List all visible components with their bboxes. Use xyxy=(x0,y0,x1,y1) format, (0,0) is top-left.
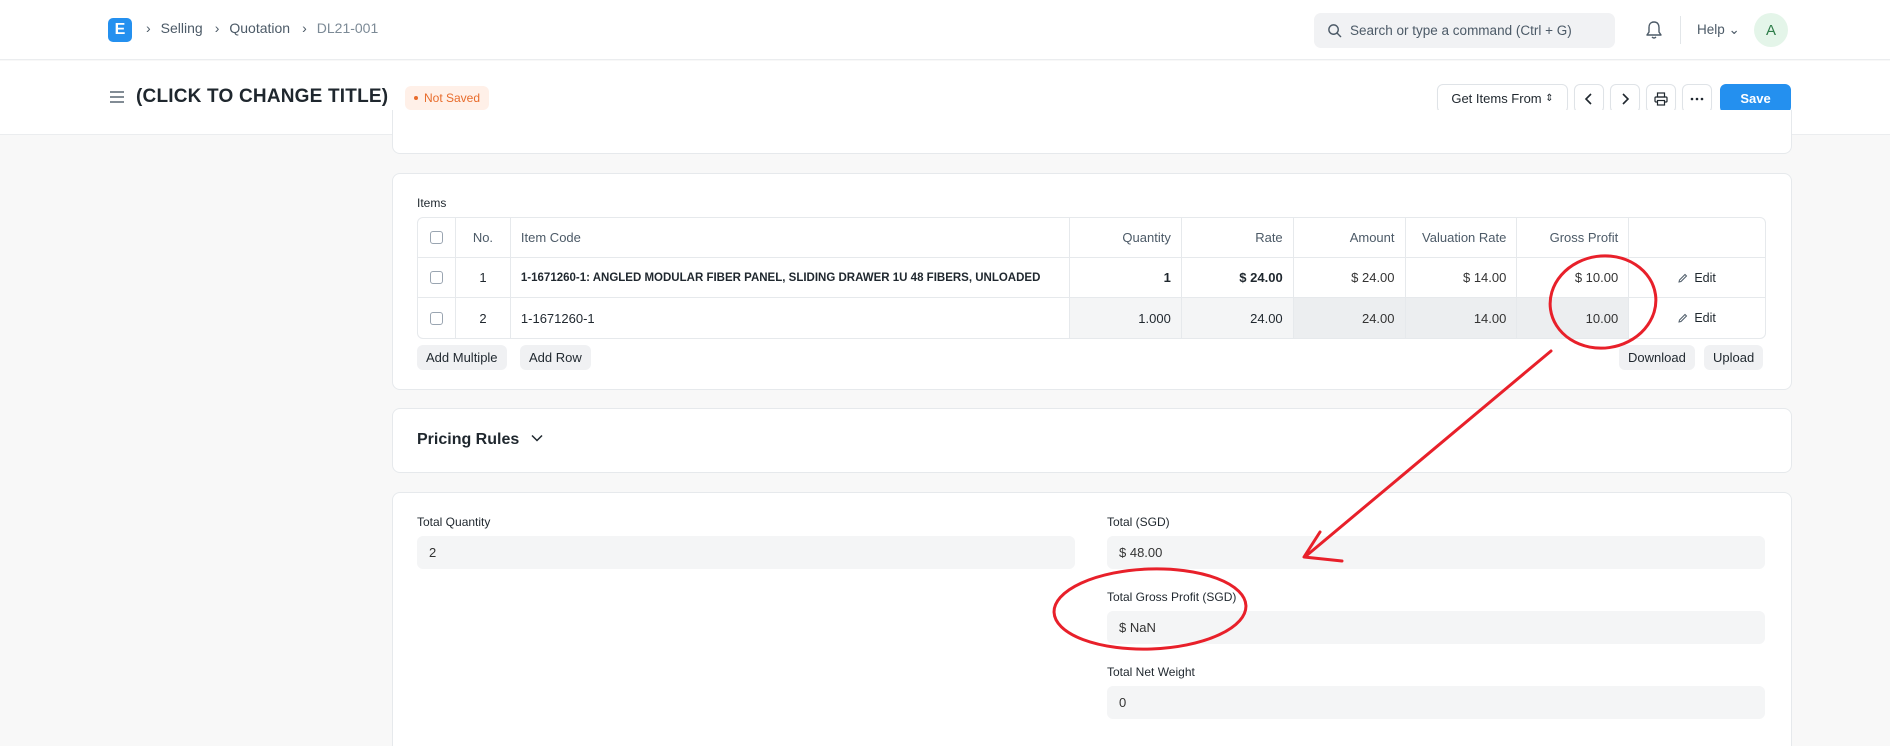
chevron-right-icon: › xyxy=(302,20,307,36)
bell-icon[interactable] xyxy=(1645,20,1663,40)
app-logo[interactable]: E xyxy=(108,18,132,42)
column-header: Amount xyxy=(1294,218,1406,257)
get-items-from-button[interactable]: Get Items From ⇕ xyxy=(1437,84,1568,113)
row-number: 1 xyxy=(456,258,511,297)
edit-cell: Edit xyxy=(1629,298,1765,338)
chevron-right-icon: › xyxy=(214,20,220,36)
chevron-down-icon: ⌄ xyxy=(1728,22,1740,37)
more-icon xyxy=(1690,97,1704,100)
print-button[interactable] xyxy=(1646,84,1676,113)
header-checkbox-cell xyxy=(418,218,456,257)
edit-cell: Edit xyxy=(1629,258,1765,297)
help-label: Help xyxy=(1697,22,1725,37)
printer-icon xyxy=(1654,91,1668,106)
upload-button[interactable]: Upload xyxy=(1704,345,1764,370)
edit-label: Edit xyxy=(1694,311,1716,325)
rate-cell[interactable]: $ 24.00 xyxy=(1182,258,1294,297)
pencil-icon xyxy=(1678,313,1688,323)
items-label: Items xyxy=(417,196,447,210)
page-title[interactable]: (CLICK TO CHANGE TITLE) xyxy=(136,86,388,108)
row-checkbox-cell xyxy=(418,298,456,338)
nav-divider xyxy=(1680,16,1681,44)
edit-row-button[interactable]: Edit xyxy=(1678,311,1716,325)
total-label: Total (SGD) xyxy=(1107,515,1170,529)
next-document-button[interactable] xyxy=(1610,84,1640,113)
search-icon xyxy=(1328,24,1342,38)
chevron-left-icon xyxy=(1584,92,1592,105)
breadcrumb: › Selling › Quotation › DL21-001 xyxy=(146,20,390,36)
table-row[interactable]: 2 1-1671260-1 1.000 24.00 24.00 14.00 10… xyxy=(418,298,1765,338)
search-placeholder: Search or type a command (Ctrl + G) xyxy=(1350,23,1572,38)
add-multiple-button[interactable]: Add Multiple xyxy=(417,345,507,370)
avatar[interactable]: A xyxy=(1754,13,1788,47)
amount-cell: $ 24.00 xyxy=(1294,258,1406,297)
pricing-rules-section[interactable]: Pricing Rules xyxy=(392,408,1792,473)
select-all-checkbox[interactable] xyxy=(429,231,443,244)
edit-label: Edit xyxy=(1694,270,1716,285)
total-gross-profit-field: $ NaN xyxy=(1107,611,1765,644)
total-net-weight-label: Total Net Weight xyxy=(1107,665,1195,679)
column-header: Item Code xyxy=(511,218,1070,257)
save-button[interactable]: Save xyxy=(1720,84,1791,113)
row-checkbox[interactable] xyxy=(429,271,443,284)
table-header: No. Item Code Quantity Rate Amount Valua… xyxy=(418,218,1765,258)
breadcrumb-quotation[interactable]: Quotation xyxy=(229,20,290,36)
column-header: Rate xyxy=(1182,218,1294,257)
help-dropdown[interactable]: Help ⌄ xyxy=(1697,22,1740,38)
valuation-rate-cell: $ 14.00 xyxy=(1406,258,1518,297)
chevron-right-icon: › xyxy=(146,20,151,36)
pricing-rules-title[interactable]: Pricing Rules xyxy=(417,431,519,449)
items-table: No. Item Code Quantity Rate Amount Valua… xyxy=(417,217,1766,339)
totals-section: Total Quantity 2 Total (SGD) $ 48.00 Tot… xyxy=(392,492,1792,746)
table-row[interactable]: 1 1-1671260-1: ANGLED MODULAR FIBER PANE… xyxy=(418,258,1765,298)
select-arrows-icon: ⇕ xyxy=(1545,93,1554,104)
item-code-cell[interactable]: 1-1671260-1 xyxy=(510,298,1070,338)
item-code-cell[interactable]: 1-1671260-1: ANGLED MODULAR FIBER PANEL,… xyxy=(511,258,1070,297)
get-items-label: Get Items From xyxy=(1451,91,1542,106)
rate-cell[interactable]: 24.00 xyxy=(1181,298,1294,338)
quantity-cell[interactable]: 1 xyxy=(1070,258,1182,297)
row-number: 2 xyxy=(456,298,511,338)
column-header: Gross Profit xyxy=(1517,218,1630,257)
gross-profit-cell: $ 10.00 xyxy=(1517,258,1630,297)
add-row-button[interactable]: Add Row xyxy=(520,345,591,370)
chevron-right-icon xyxy=(1622,92,1630,105)
quantity-cell[interactable]: 1.000 xyxy=(1069,298,1182,338)
download-button[interactable]: Download xyxy=(1619,345,1695,370)
more-actions-button[interactable] xyxy=(1682,84,1712,113)
chevron-down-icon[interactable] xyxy=(531,434,543,442)
valuation-rate-cell: 14.00 xyxy=(1405,298,1518,338)
total-net-weight-field: 0 xyxy=(1107,686,1765,719)
breadcrumb-selling[interactable]: Selling xyxy=(161,20,203,36)
total-quantity-label: Total Quantity xyxy=(417,515,491,529)
search-input[interactable]: Search or type a command (Ctrl + G) xyxy=(1314,13,1615,48)
total-quantity-field: 2 xyxy=(417,536,1075,569)
gross-profit-cell: 10.00 xyxy=(1517,298,1630,338)
sidebar-toggle-icon[interactable] xyxy=(109,90,125,104)
row-checkbox[interactable] xyxy=(429,311,443,325)
total-field: $ 48.00 xyxy=(1107,536,1765,569)
status-badge: Not Saved xyxy=(405,86,490,110)
total-gross-profit-label: Total Gross Profit (SGD) xyxy=(1107,590,1237,604)
items-section: Items No. Item Code Quantity Rate Amount… xyxy=(392,173,1792,390)
column-header: Quantity xyxy=(1070,218,1182,257)
previous-section-card xyxy=(392,110,1792,154)
row-checkbox-cell xyxy=(418,258,456,297)
amount-cell: 24.00 xyxy=(1293,298,1406,338)
edit-row-button[interactable]: Edit xyxy=(1678,271,1716,285)
previous-document-button[interactable] xyxy=(1574,84,1604,113)
breadcrumb-document[interactable]: DL21-001 xyxy=(317,20,379,36)
column-header: Valuation Rate xyxy=(1406,218,1518,257)
pencil-icon xyxy=(1678,273,1688,283)
status-label: Not Saved xyxy=(424,91,481,105)
navbar: E › Selling › Quotation › DL21-001 Searc… xyxy=(0,0,1890,60)
column-header-empty xyxy=(1629,218,1765,257)
status-dot xyxy=(414,96,418,100)
column-header: No. xyxy=(456,218,511,257)
